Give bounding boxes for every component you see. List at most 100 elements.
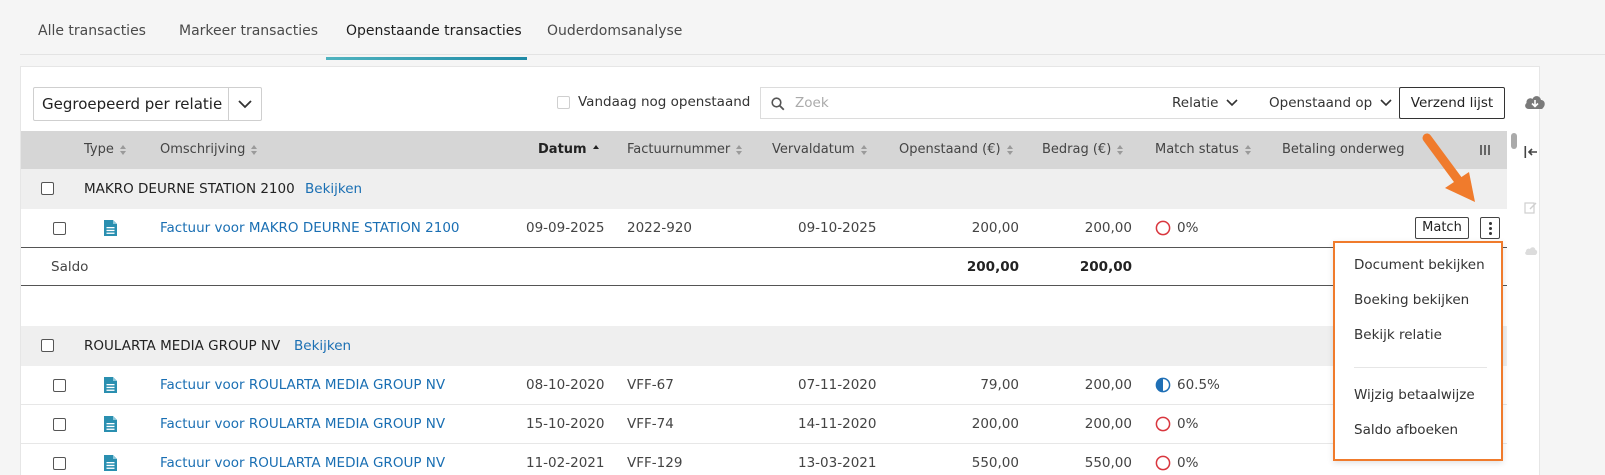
row-amount: 200,00 (1084, 377, 1132, 393)
column-header-label: Type (84, 142, 114, 157)
send-list-button[interactable]: Verzend lijst (1399, 87, 1505, 119)
tab-alle-transacties[interactable]: Alle transacties (38, 0, 146, 58)
row-context-menu: Document bekijken Boeking bekijken Bekij… (1333, 241, 1503, 461)
group-by-label: Gegroepeerd per relatie (42, 95, 223, 113)
today-open-toggle[interactable]: Vandaag nog openstaand (557, 94, 750, 110)
row-due-date: 13-03-2021 (798, 455, 877, 471)
sort-icon (1117, 145, 1124, 155)
tab-openstaande-transacties[interactable]: Openstaande transacties (326, 0, 527, 60)
menu-item-boeking-bekijken[interactable]: Boeking bekijken (1354, 292, 1469, 308)
match-button[interactable]: Match (1415, 217, 1469, 239)
invoice-document-icon (104, 416, 117, 436)
row-description-link[interactable]: Factuur voor ROULARTA MEDIA GROUP NV (160, 366, 445, 404)
group-by-select[interactable]: Gegroepeerd per relatie (33, 87, 262, 121)
row-checkbox[interactable] (53, 222, 66, 235)
column-header-bedrag[interactable]: Bedrag (€) (1042, 131, 1124, 169)
group-checkbox[interactable] (41, 182, 54, 195)
row-amount: 200,00 (1084, 220, 1132, 236)
column-header-betaling-onderweg[interactable]: Betaling onderweg (1282, 131, 1405, 169)
vertical-scrollbar[interactable] (1510, 131, 1518, 475)
group-checkbox[interactable] (41, 339, 54, 352)
row-description-link[interactable]: Factuur voor MAKRO DEURNE STATION 2100 (160, 209, 460, 247)
relatie-filter[interactable]: Relatie (1172, 88, 1239, 118)
tab-openstaande-transacties-label: Openstaande transacties (346, 23, 522, 39)
invoice-document-icon (104, 455, 117, 475)
menu-item-bekijk-relatie[interactable]: Bekijk relatie (1354, 327, 1442, 343)
row-description-link[interactable]: Factuur voor ROULARTA MEDIA GROUP NV (160, 444, 445, 475)
group-view-link[interactable]: Bekijken (294, 338, 351, 354)
edit-icon[interactable] (1524, 199, 1537, 218)
row-date: 11-02-2021 (526, 455, 605, 471)
column-header-label: Omschrijving (160, 142, 246, 157)
cloud-download-icon[interactable] (1523, 92, 1547, 116)
menu-divider (1354, 367, 1487, 368)
saldo-amount: 200,00 (1079, 259, 1132, 275)
row-match-status: 0% (1155, 444, 1198, 475)
column-header-type[interactable]: Type (84, 131, 126, 169)
scrollbar-thumb[interactable] (1511, 133, 1517, 149)
menu-item-wijzig-betaalwijze[interactable]: Wijzig betaalwijze (1354, 387, 1475, 403)
row-amount: 550,00 (1084, 455, 1132, 471)
row-match-percent: 60.5% (1177, 377, 1220, 393)
column-header-factuurnummer[interactable]: Factuurnummer (627, 131, 743, 169)
group-header: ROULARTA MEDIA GROUP NV Bekijken (21, 326, 1507, 366)
row-match-percent: 0% (1177, 455, 1199, 471)
cloud-icon[interactable] (1524, 241, 1538, 260)
row-open-amount: 200,00 (971, 220, 1019, 236)
today-open-checkbox[interactable] (557, 95, 570, 109)
row-open-amount: 79,00 (980, 377, 1019, 393)
column-header-match-status[interactable]: Match status (1155, 131, 1251, 169)
row-open-amount: 550,00 (971, 455, 1019, 471)
menu-item-document-bekijken[interactable]: Document bekijken (1354, 257, 1485, 273)
row-checkbox[interactable] (53, 418, 66, 431)
group-view-link[interactable]: Bekijken (305, 181, 362, 197)
row-open-amount: 200,00 (971, 416, 1019, 432)
relatie-filter-label: Relatie (1172, 95, 1219, 111)
column-header-openstaand[interactable]: Openstaand (€) (899, 131, 1013, 169)
table-row[interactable]: Factuur voor ROULARTA MEDIA GROUP NV 15-… (21, 405, 1507, 444)
collapse-panel-icon[interactable] (1524, 143, 1538, 162)
table-row[interactable]: Factuur voor ROULARTA MEDIA GROUP NV 08-… (21, 366, 1507, 405)
match-status-empty-icon (1155, 455, 1171, 471)
row-date: 09-09-2025 (526, 220, 605, 236)
table-row[interactable]: Factuur voor ROULARTA MEDIA GROUP NV 11-… (21, 444, 1507, 475)
invoice-document-icon (104, 377, 117, 397)
row-match-status: 60.5% (1155, 366, 1220, 404)
sort-icon (1244, 145, 1251, 155)
match-status-empty-icon (1155, 416, 1171, 432)
column-header-label: Match status (1155, 142, 1239, 157)
row-checkbox[interactable] (53, 379, 66, 392)
column-header-omschrijving[interactable]: Omschrijving (160, 131, 258, 169)
more-options-icon[interactable] (1480, 217, 1500, 239)
tab-ouderdomsanalyse[interactable]: Ouderdomsanalyse (547, 0, 682, 58)
chevron-down-icon (1226, 88, 1239, 118)
row-match-status: 0% (1155, 405, 1198, 443)
row-match-percent: 0% (1177, 416, 1199, 432)
table-header: Type Omschrijving Datum Factuurnummer Ve… (21, 131, 1507, 169)
tab-bar: Alle transacties Markeer transacties Ope… (20, 0, 1605, 60)
group-name: MAKRO DEURNE STATION 2100 (84, 181, 295, 197)
row-due-date: 09-10-2025 (798, 220, 877, 236)
row-invoice-number: VFF-129 (627, 455, 683, 471)
row-checkbox[interactable] (53, 457, 66, 470)
sort-ascending-icon (592, 145, 599, 155)
row-date: 15-10-2020 (526, 416, 605, 432)
chevron-down-icon[interactable] (228, 88, 261, 120)
invoice-document-icon (104, 220, 117, 240)
tab-markeer-transacties[interactable]: Markeer transacties (179, 0, 318, 58)
row-description-link[interactable]: Factuur voor ROULARTA MEDIA GROUP NV (160, 405, 445, 443)
column-header-label: Betaling onderweg (1282, 142, 1405, 157)
menu-item-saldo-afboeken[interactable]: Saldo afboeken (1354, 422, 1458, 438)
transactions-panel: Gegroepeerd per relatie Vandaag nog open… (20, 66, 1545, 475)
openstaand-op-filter[interactable]: Openstaand op (1269, 88, 1392, 118)
row-invoice-number: VFF-67 (627, 377, 674, 393)
column-header-datum[interactable]: Datum (538, 131, 599, 169)
sort-icon (1006, 145, 1013, 155)
saldo-row: Saldo 200,00 200,00 (21, 247, 1507, 286)
row-invoice-number: 2022-920 (627, 220, 692, 236)
search-input[interactable] (795, 93, 1155, 113)
column-header-vervaldatum[interactable]: Vervaldatum (772, 131, 867, 169)
row-match-status: 0% (1155, 209, 1198, 247)
table-row[interactable]: Factuur voor MAKRO DEURNE STATION 2100 0… (21, 209, 1507, 248)
row-due-date: 14-11-2020 (798, 416, 877, 432)
